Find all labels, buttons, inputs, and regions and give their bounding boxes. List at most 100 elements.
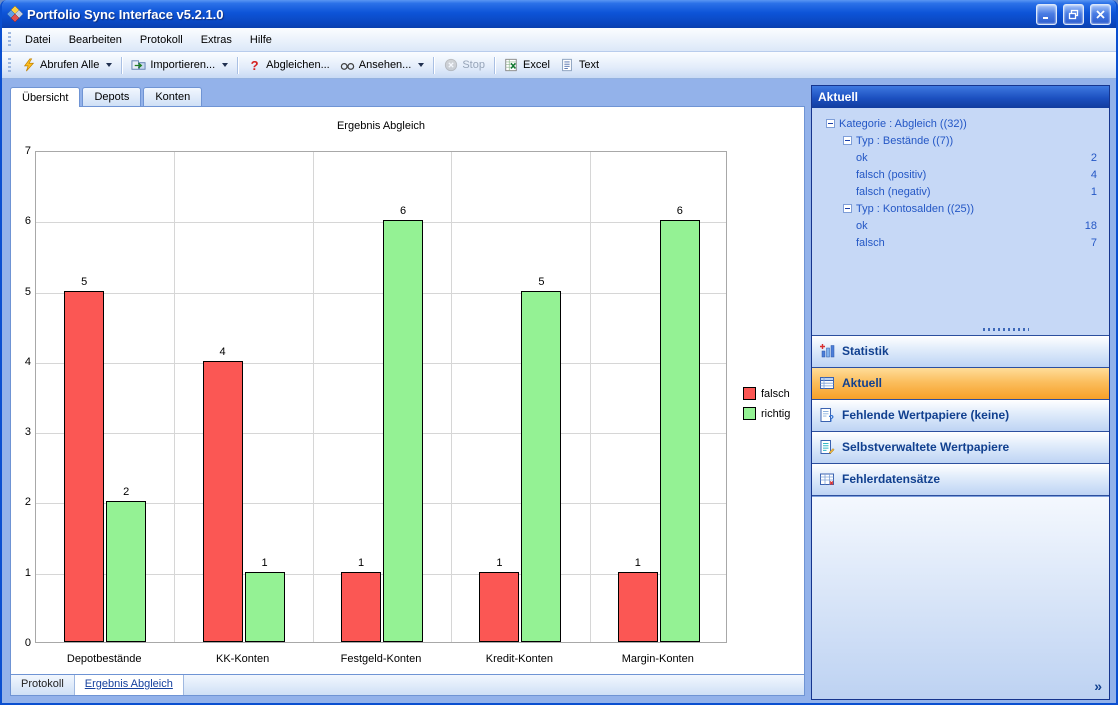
toolbar-separator bbox=[494, 57, 495, 74]
restore-button[interactable] bbox=[1063, 4, 1084, 25]
tab-depots[interactable]: Depots bbox=[82, 87, 141, 106]
menu-grip-icon bbox=[8, 32, 11, 47]
gridline-vertical bbox=[590, 152, 591, 642]
tree-item-label: falsch bbox=[856, 237, 885, 249]
legend-swatch-falsch bbox=[743, 387, 756, 400]
glasses-icon bbox=[340, 58, 355, 73]
tree-item[interactable]: falsch (negativ) 1 bbox=[816, 183, 1105, 200]
x-axis-label: Kredit-Konten bbox=[450, 653, 588, 665]
splitter-handle[interactable] bbox=[812, 325, 1109, 335]
window-title: Portfolio Sync Interface v5.2.1.0 bbox=[27, 7, 1030, 22]
y-axis-tick-label: 7 bbox=[13, 145, 31, 157]
nav-button-statistik[interactable]: Statistik bbox=[812, 336, 1109, 367]
question-icon: ? bbox=[247, 58, 262, 73]
bar-value-label: 1 bbox=[245, 557, 285, 569]
toolbar-button-abrufen-alle[interactable]: Abrufen Alle bbox=[16, 56, 117, 75]
main-area: ÜbersichtDepotsKonten Ergebnis Abgleich5… bbox=[2, 79, 808, 703]
tree-item[interactable]: Typ : Bestände ((7)) bbox=[816, 132, 1105, 149]
bar-value-label: 6 bbox=[660, 205, 700, 217]
toolbar-grip-icon bbox=[8, 58, 11, 73]
bar-value-label: 4 bbox=[203, 346, 243, 358]
toolbar-button-label: Text bbox=[579, 59, 599, 71]
y-axis-tick-label: 4 bbox=[13, 356, 31, 368]
app-window: Portfolio Sync Interface v5.2.1.0 DateiB… bbox=[0, 0, 1118, 705]
toolbar-separator bbox=[433, 57, 434, 74]
gridline-vertical bbox=[313, 152, 314, 642]
chart-plot: 5241161516 bbox=[35, 151, 727, 643]
import-icon bbox=[131, 58, 146, 73]
bar-falsch bbox=[64, 291, 104, 642]
dropdown-arrow-icon[interactable] bbox=[106, 63, 112, 67]
close-button[interactable] bbox=[1090, 4, 1111, 25]
app-icon bbox=[7, 6, 23, 22]
menu-item-protokoll[interactable]: Protokoll bbox=[131, 31, 192, 49]
bar-value-label: 1 bbox=[479, 557, 519, 569]
nav-button-aktuell[interactable]: Aktuell bbox=[812, 368, 1109, 399]
gridline-vertical bbox=[174, 152, 175, 642]
bar-richtig bbox=[245, 572, 285, 642]
bar-richtig bbox=[521, 291, 561, 642]
nav-button-label: Selbstverwaltete Wertpapiere bbox=[842, 440, 1009, 454]
bar-falsch bbox=[618, 572, 658, 642]
minimize-button[interactable] bbox=[1036, 4, 1057, 25]
tab-protokoll[interactable]: Protokoll bbox=[11, 675, 75, 695]
bar-richtig bbox=[106, 501, 146, 642]
nav-button-selbstverwaltete-wertpapiere[interactable]: Selbstverwaltete Wertpapiere bbox=[812, 432, 1109, 463]
nav-button-fehlende-wertpapiere[interactable]: ? Fehlende Wertpapiere (keine) bbox=[812, 400, 1109, 431]
tree-item-label: falsch (negativ) bbox=[856, 186, 931, 198]
tree-item-value: 2 bbox=[1091, 152, 1105, 164]
tree-item[interactable]: ok18 bbox=[816, 217, 1105, 234]
splitter-dots-icon bbox=[983, 328, 1029, 331]
svg-text:?: ? bbox=[829, 414, 835, 424]
dropdown-arrow-icon[interactable] bbox=[418, 63, 424, 67]
toolbar-button-ansehen[interactable]: Ansehen... bbox=[335, 56, 430, 75]
tree-item-label: ok bbox=[856, 220, 868, 232]
toolbar-button-abgleichen[interactable]: ?Abgleichen... bbox=[242, 56, 335, 75]
dropdown-arrow-icon[interactable] bbox=[222, 63, 228, 67]
menu-item-hilfe[interactable]: Hilfe bbox=[241, 31, 281, 49]
tree-item[interactable]: ok2 bbox=[816, 149, 1105, 166]
gridline-horizontal bbox=[36, 222, 726, 223]
text-icon bbox=[560, 58, 575, 73]
missing-securities-icon: ? bbox=[819, 407, 835, 423]
toolbar-button-text[interactable]: Text bbox=[555, 56, 604, 75]
toolbar-separator bbox=[237, 57, 238, 74]
gridline-horizontal bbox=[36, 363, 726, 364]
tab-uebersicht[interactable]: Übersicht bbox=[10, 87, 80, 107]
tab-konten[interactable]: Konten bbox=[143, 87, 202, 106]
toolbar-button-importieren[interactable]: Importieren... bbox=[126, 56, 233, 75]
y-axis-tick-label: 3 bbox=[13, 426, 31, 438]
tree-item-label: Typ : Kontosalden ((25)) bbox=[856, 203, 974, 215]
toolbar-button-label: Excel bbox=[523, 59, 550, 71]
tab-ergebnis-abgleich[interactable]: Ergebnis Abgleich bbox=[75, 675, 184, 695]
legend-item: falsch bbox=[743, 387, 790, 400]
y-axis-tick-label: 2 bbox=[13, 496, 31, 508]
tree-item[interactable]: Typ : Kontosalden ((25)) bbox=[816, 200, 1105, 217]
collapse-icon[interactable] bbox=[843, 204, 852, 213]
tree-item[interactable]: Kategorie : Abgleich ((32)) bbox=[816, 115, 1105, 132]
bar-richtig bbox=[660, 220, 700, 642]
lightning-icon bbox=[21, 58, 36, 73]
nav-button-label: Fehlende Wertpapiere (keine) bbox=[842, 408, 1009, 422]
collapse-icon[interactable] bbox=[843, 136, 852, 145]
toolbar-button-excel[interactable]: Excel bbox=[499, 56, 555, 75]
tree-item-value: 1 bbox=[1091, 186, 1105, 198]
legend-label: falsch bbox=[761, 388, 790, 400]
toolbar-button-stop: Stop bbox=[438, 56, 490, 75]
menu-item-extras[interactable]: Extras bbox=[192, 31, 241, 49]
toolbar-button-label: Abrufen Alle bbox=[40, 59, 99, 71]
chevron-double-icon[interactable]: » bbox=[1094, 678, 1102, 694]
bar-value-label: 1 bbox=[618, 557, 658, 569]
collapse-icon[interactable] bbox=[826, 119, 835, 128]
nav-button-fehlerdatensaetze[interactable]: Fehlerdatensätze bbox=[812, 464, 1109, 495]
tree-item-value: 4 bbox=[1091, 169, 1105, 181]
statistics-icon bbox=[819, 343, 835, 359]
menu-item-datei[interactable]: Datei bbox=[16, 31, 60, 49]
tree-item[interactable]: falsch7 bbox=[816, 234, 1105, 251]
bar-falsch bbox=[341, 572, 381, 642]
bar-value-label: 2 bbox=[106, 486, 146, 498]
tree-item[interactable]: falsch (positiv)4 bbox=[816, 166, 1105, 183]
bar-falsch bbox=[203, 361, 243, 642]
toolbar-button-label: Importieren... bbox=[150, 59, 215, 71]
menu-item-bearbeiten[interactable]: Bearbeiten bbox=[60, 31, 131, 49]
